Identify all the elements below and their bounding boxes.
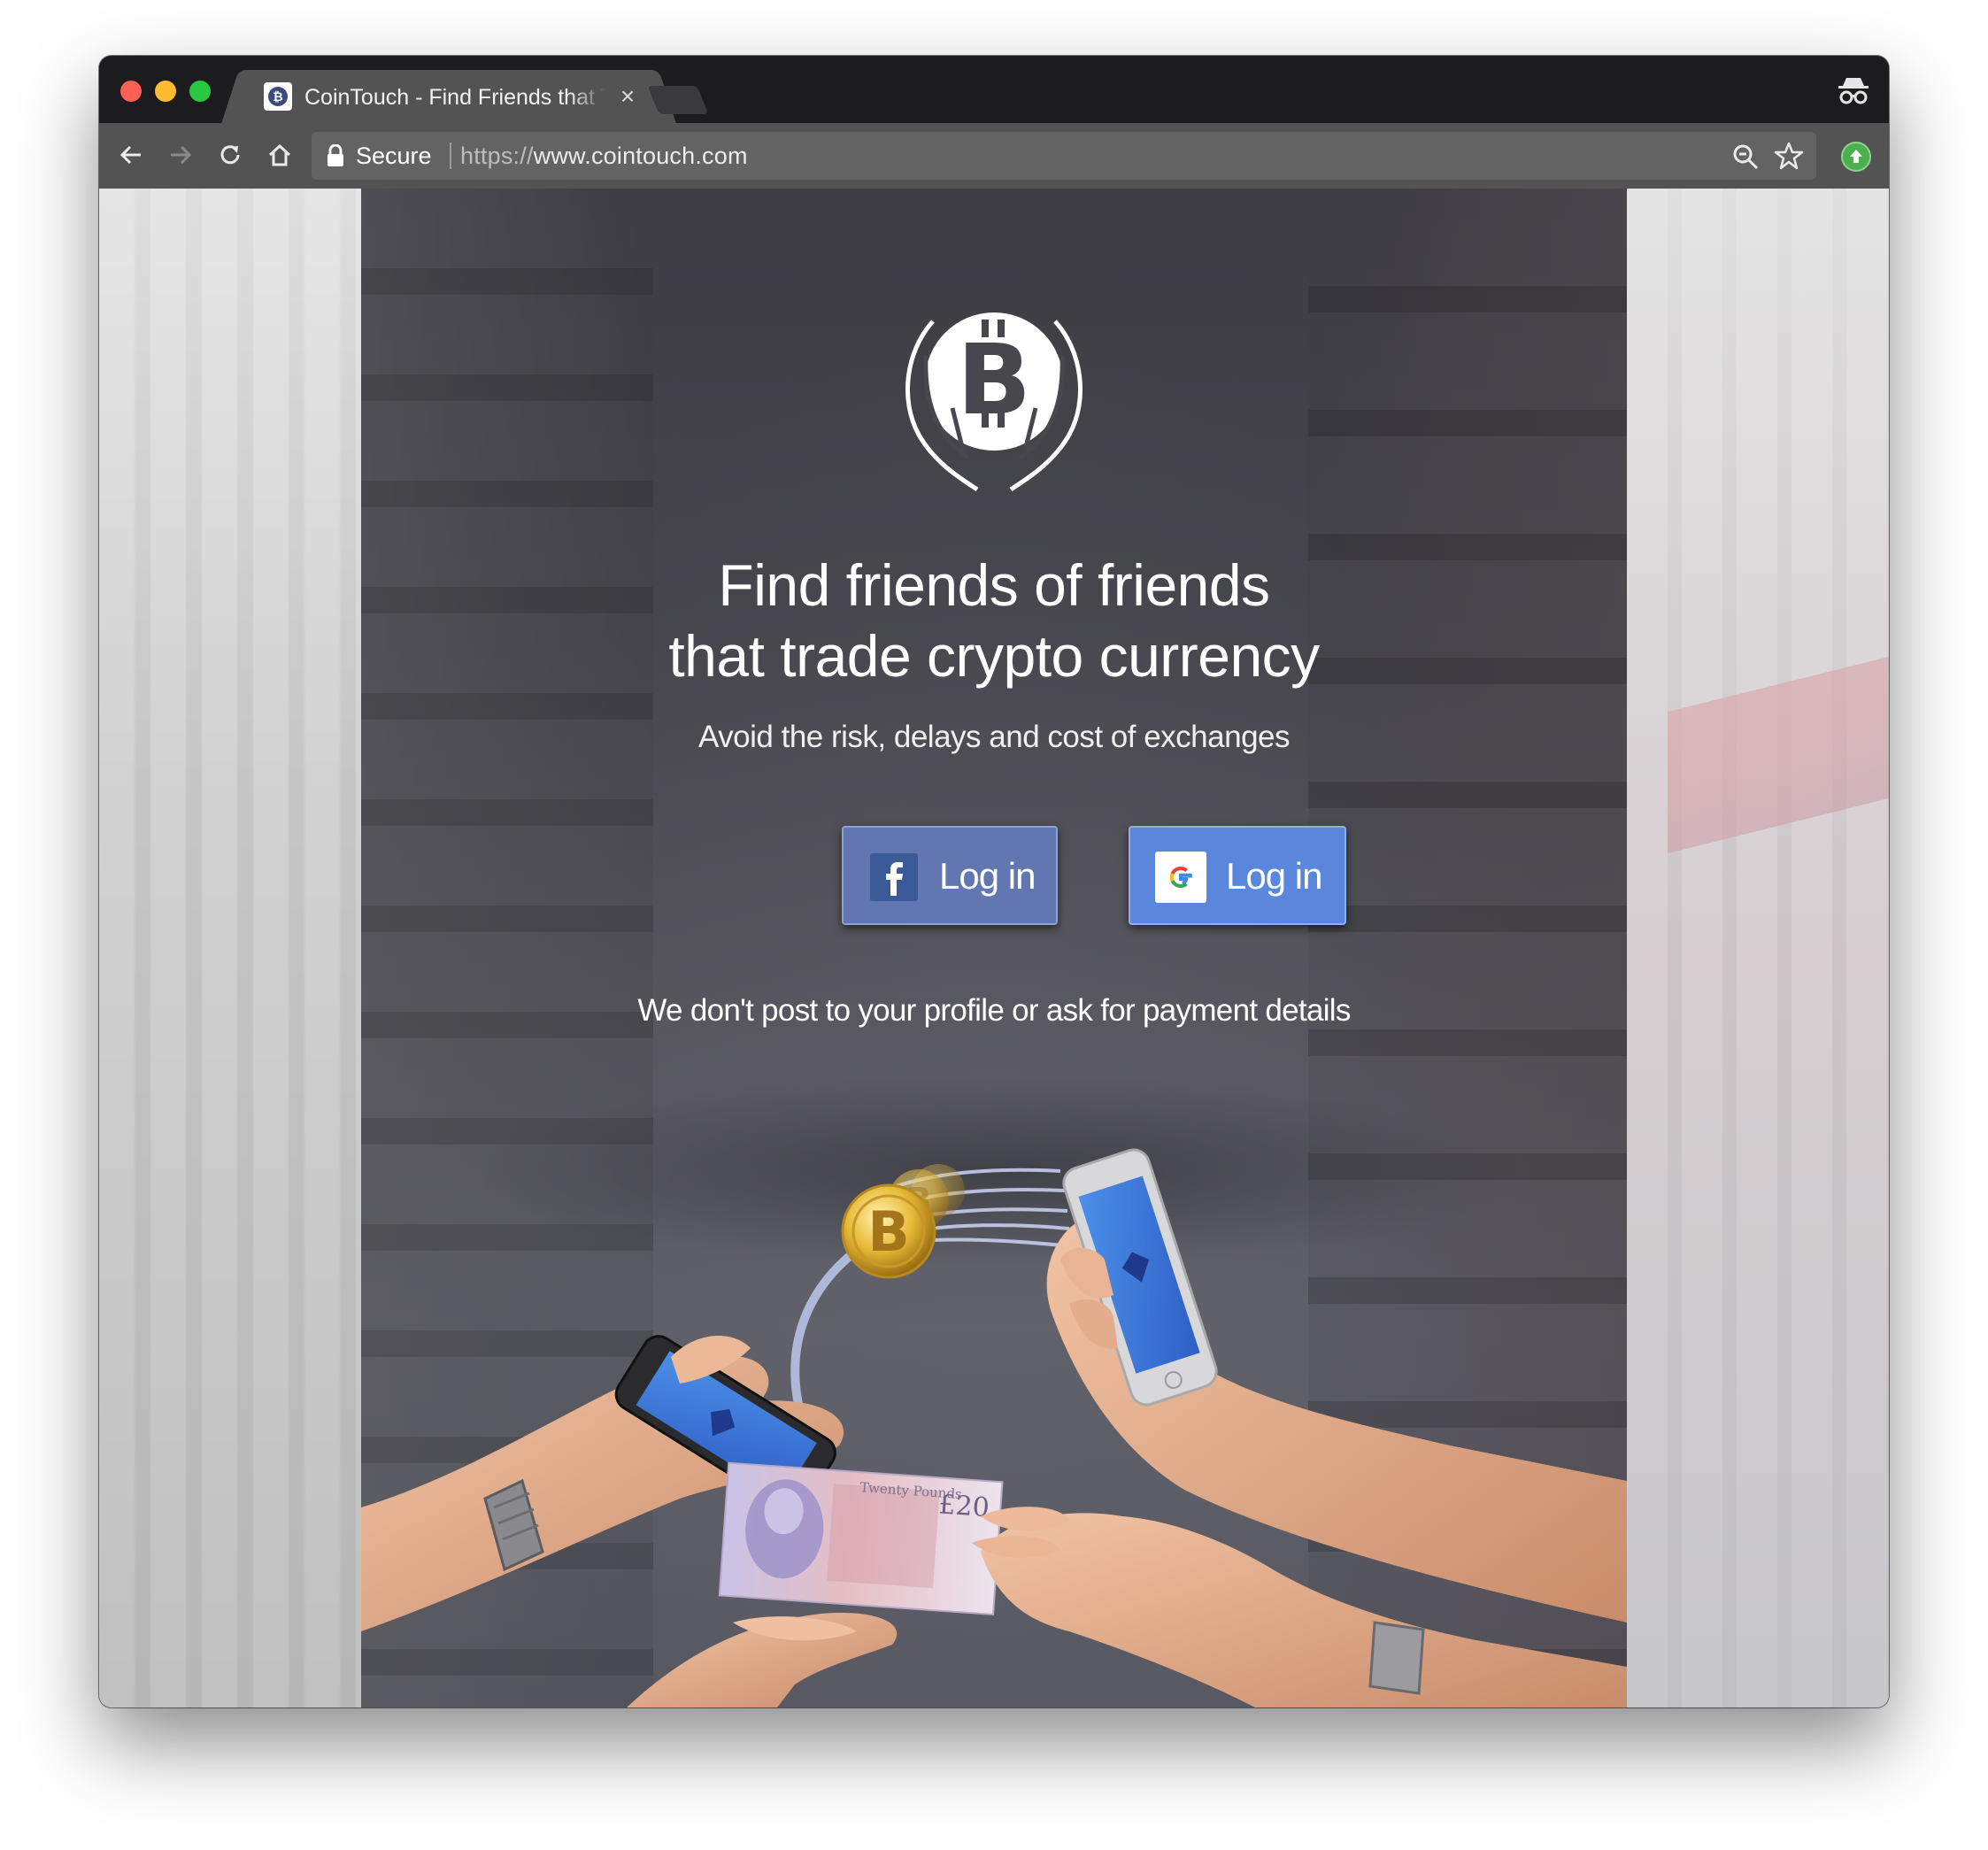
title-bar: ₿ CoinTouch - Find Friends that Trade Cr…	[99, 56, 1889, 123]
background-left-blurred	[99, 189, 361, 1707]
extension-update-icon[interactable]	[1841, 142, 1871, 172]
facebook-icon	[870, 853, 918, 901]
hero-section: B Find friends of friends that trade cry…	[361, 189, 1627, 1707]
close-window-button[interactable]	[120, 81, 142, 102]
address-bar[interactable]: Secure https://www.cointouch.com	[312, 132, 1816, 180]
forward-button[interactable]	[161, 135, 200, 174]
star-icon[interactable]	[1774, 141, 1804, 171]
incognito-icon[interactable]	[1836, 75, 1871, 107]
arrow-up-icon	[1850, 150, 1862, 163]
page-viewport: B Find friends of friends that trade cry…	[99, 189, 1889, 1707]
reload-button[interactable]	[211, 135, 250, 174]
privacy-disclaimer: We don't post to your profile or ask for…	[637, 993, 1351, 1028]
svg-text:B: B	[867, 1199, 909, 1264]
browser-window: ₿ CoinTouch - Find Friends that Trade Cr…	[99, 56, 1889, 1707]
bitcoin-hands-logo-icon: B	[905, 312, 1083, 491]
zoom-icon[interactable]	[1731, 143, 1760, 171]
favicon-icon: ₿	[264, 82, 292, 111]
browser-toolbar: Secure https://www.cointouch.com	[99, 123, 1889, 189]
arrow-right-icon	[171, 145, 192, 165]
headline-line-1: Find friends of friends	[718, 552, 1270, 618]
subheadline: Avoid the risk, delays and cost of excha…	[697, 720, 1291, 754]
new-tab-button[interactable]	[647, 86, 709, 114]
omnibox-divider	[450, 143, 451, 169]
facebook-login-label: Log in	[939, 855, 1036, 897]
background-right-blurred	[1627, 189, 1889, 1707]
home-icon	[268, 143, 291, 166]
url-scheme: https://	[460, 143, 534, 169]
home-button[interactable]	[260, 135, 299, 174]
minimize-window-button[interactable]	[155, 81, 176, 102]
google-login-label: Log in	[1226, 855, 1322, 897]
tab-close-button[interactable]: ×	[613, 81, 643, 112]
url-host: www.cointouch.com	[533, 143, 748, 169]
url-text[interactable]: https://www.cointouch.com	[460, 141, 748, 171]
google-login-button[interactable]: Log in	[1129, 826, 1346, 925]
facebook-login-button[interactable]: Log in	[842, 826, 1058, 925]
headline-line-2: that trade crypto currency	[668, 623, 1320, 689]
shop-awning	[1668, 656, 1889, 854]
svg-text:B: B	[957, 323, 1031, 436]
lock-icon	[327, 144, 343, 166]
browser-tab[interactable]: ₿ CoinTouch - Find Friends that Trade Cr…	[241, 70, 657, 123]
secure-label: Secure	[356, 143, 432, 169]
reload-icon	[220, 145, 240, 165]
google-icon	[1155, 852, 1206, 903]
headline: Find friends of friends that trade crypt…	[361, 550, 1627, 691]
maximize-window-button[interactable]	[189, 81, 211, 102]
arrow-left-icon	[119, 145, 141, 165]
tab-title: CoinTouch - Find Friends that Trade Cryp…	[304, 85, 605, 110]
back-button[interactable]	[112, 135, 150, 174]
trade-illustration: B B	[361, 1148, 1627, 1707]
